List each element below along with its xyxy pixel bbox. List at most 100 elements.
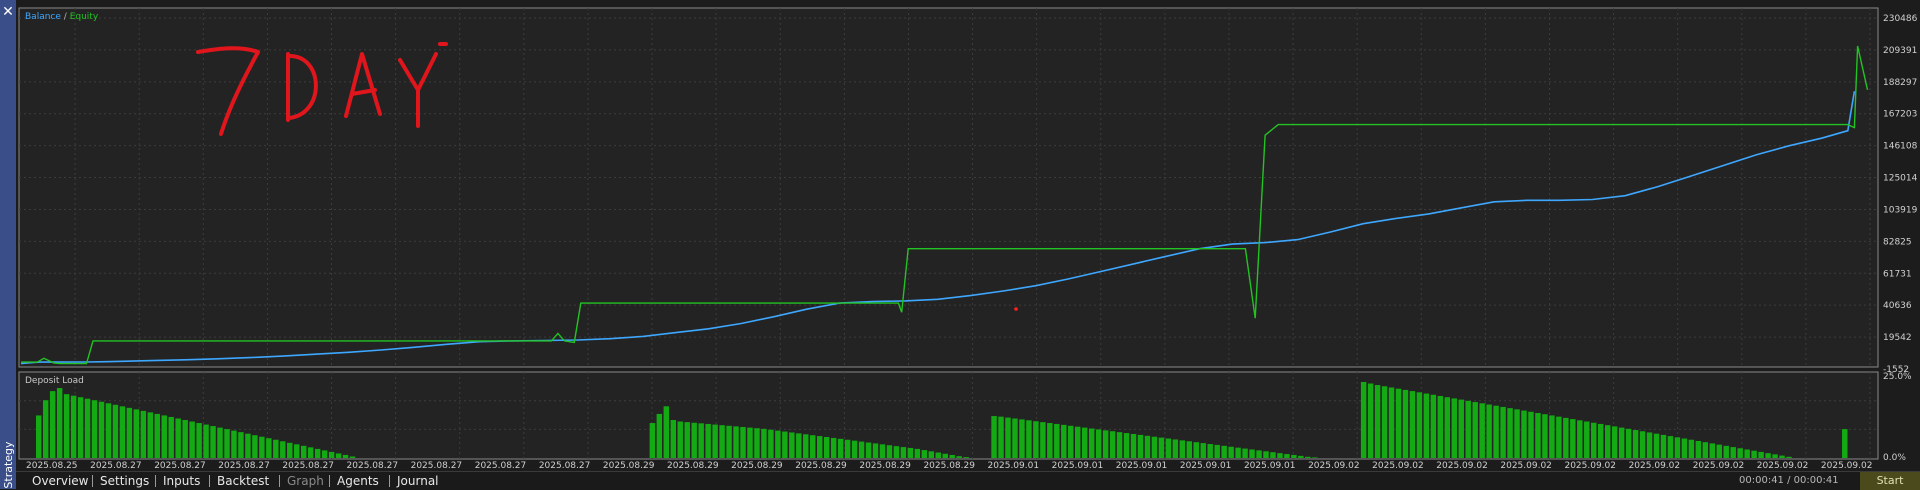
deposit-bar bbox=[1075, 426, 1081, 458]
x-tick-label: 2025.08.27 bbox=[218, 461, 270, 470]
deposit-bar bbox=[314, 448, 321, 458]
x-tick-label: 2025.09.01 bbox=[1180, 461, 1232, 470]
deposit-bar bbox=[1360, 382, 1367, 458]
x-tick-label: 2025.09.02 bbox=[1693, 461, 1745, 470]
tab-overview[interactable]: Overview bbox=[32, 472, 89, 490]
tab-agents[interactable]: Agents bbox=[337, 472, 379, 490]
deposit-bar bbox=[168, 416, 174, 458]
deposit-bar bbox=[754, 428, 760, 458]
deposit-bar bbox=[991, 416, 997, 458]
deposit-bar bbox=[823, 437, 830, 458]
deposit-bar bbox=[698, 423, 704, 458]
side-panel-label-wrap: Strategy Tester bbox=[0, 440, 16, 489]
x-tick-label: 2025.09.02 bbox=[1757, 461, 1809, 470]
deposit-bar bbox=[803, 434, 809, 458]
deposit-bar bbox=[670, 420, 676, 458]
y-tick-label: 19542 bbox=[1883, 333, 1912, 343]
deposit-bar bbox=[238, 432, 244, 458]
tab-backtest[interactable]: Backtest bbox=[217, 472, 269, 490]
side-panel: ✕ Strategy Tester bbox=[0, 0, 16, 489]
x-tick-label: 2025.09.02 bbox=[1564, 461, 1616, 470]
x-tick-label: 2025.08.27 bbox=[90, 461, 142, 470]
deposit-bar bbox=[837, 438, 844, 458]
deposit-bar bbox=[1493, 405, 1499, 458]
deposit-y-tick-label: 25.0% bbox=[1883, 372, 1912, 382]
marker-dot bbox=[1014, 307, 1018, 311]
deposit-bar bbox=[1367, 383, 1374, 458]
deposit-bar bbox=[1012, 418, 1018, 458]
deposit-bar bbox=[1402, 389, 1409, 458]
deposit-bar bbox=[1298, 455, 1304, 458]
tab-graph[interactable]: Graph bbox=[287, 472, 324, 490]
deposit-bar bbox=[98, 401, 105, 458]
y-tick-label: 188297 bbox=[1883, 78, 1917, 88]
x-tick-label: 2025.08.27 bbox=[475, 461, 527, 470]
deposit-bar bbox=[1061, 424, 1067, 458]
deposit-bar bbox=[1584, 421, 1590, 458]
deposit-bar bbox=[1458, 399, 1464, 458]
y-tick-label: 103919 bbox=[1883, 205, 1918, 215]
deposit-bar bbox=[175, 418, 181, 458]
deposit-bar bbox=[1570, 419, 1576, 458]
deposit-bar bbox=[1291, 454, 1297, 458]
x-tick-label: 2025.08.27 bbox=[347, 461, 399, 470]
deposit-bar bbox=[1256, 450, 1262, 458]
deposit-bar bbox=[126, 407, 133, 458]
start-button[interactable]: Start bbox=[1860, 472, 1920, 490]
x-tick-label: 2025.08.27 bbox=[282, 461, 334, 470]
deposit-bar bbox=[1221, 445, 1227, 458]
deposit-bar bbox=[1556, 416, 1562, 458]
deposit-bar bbox=[1409, 391, 1416, 458]
deposit-bar bbox=[1591, 422, 1597, 458]
deposit-bar bbox=[266, 438, 272, 458]
deposit-bar bbox=[1151, 436, 1158, 458]
deposit-bar bbox=[49, 391, 56, 458]
deposit-bar bbox=[1207, 444, 1213, 458]
deposit-bar bbox=[1200, 443, 1206, 458]
deposit-bar bbox=[747, 427, 753, 458]
deposit-bar bbox=[1765, 453, 1771, 458]
tab-journal[interactable]: Journal bbox=[397, 472, 439, 490]
tab-separator bbox=[329, 475, 330, 487]
deposit-bar bbox=[726, 425, 732, 458]
deposit-bar bbox=[1688, 439, 1695, 458]
deposit-bar bbox=[259, 436, 265, 458]
deposit-bar bbox=[1786, 456, 1792, 458]
deposit-bar bbox=[1123, 433, 1130, 458]
tab-separator bbox=[209, 475, 210, 487]
deposit-bar bbox=[1284, 454, 1290, 458]
deposit-bar bbox=[656, 413, 663, 458]
deposit-bar bbox=[1723, 445, 1729, 458]
deposit-bar bbox=[810, 435, 816, 458]
deposit-bar bbox=[1249, 449, 1255, 458]
close-icon[interactable]: ✕ bbox=[0, 4, 16, 20]
deposit-bar bbox=[1416, 392, 1423, 458]
deposit-bar bbox=[1604, 425, 1611, 458]
deposit-bar bbox=[768, 429, 774, 458]
deposit-bar bbox=[56, 388, 63, 458]
deposit-bar bbox=[42, 400, 49, 458]
x-tick-label: 2025.08.27 bbox=[154, 461, 206, 470]
deposit-bar bbox=[684, 422, 690, 458]
deposit-bar bbox=[203, 424, 209, 458]
deposit-bar bbox=[733, 426, 739, 458]
deposit-bar bbox=[77, 397, 84, 458]
deposit-bar bbox=[1172, 439, 1179, 458]
deposit-bar bbox=[1144, 435, 1151, 458]
deposit-bar bbox=[1611, 426, 1618, 458]
deposit-bar bbox=[1158, 437, 1165, 458]
deposit-bar bbox=[1116, 432, 1123, 458]
deposit-bar bbox=[851, 440, 858, 458]
tab-inputs[interactable]: Inputs bbox=[163, 472, 200, 490]
deposit-bar bbox=[1047, 423, 1053, 458]
deposit-bar bbox=[1702, 442, 1709, 458]
elapsed-time: 00:00:41 / 00:00:41 bbox=[1739, 475, 1839, 486]
deposit-bar bbox=[1388, 387, 1395, 458]
deposit-bar bbox=[328, 451, 335, 458]
deposit-bar bbox=[893, 446, 900, 458]
deposit-bar bbox=[1395, 388, 1402, 458]
tab-settings[interactable]: Settings bbox=[100, 472, 149, 490]
deposit-bar bbox=[1228, 446, 1234, 458]
deposit-bar bbox=[1444, 397, 1451, 458]
x-tick-label: 2025.09.01 bbox=[1052, 461, 1104, 470]
